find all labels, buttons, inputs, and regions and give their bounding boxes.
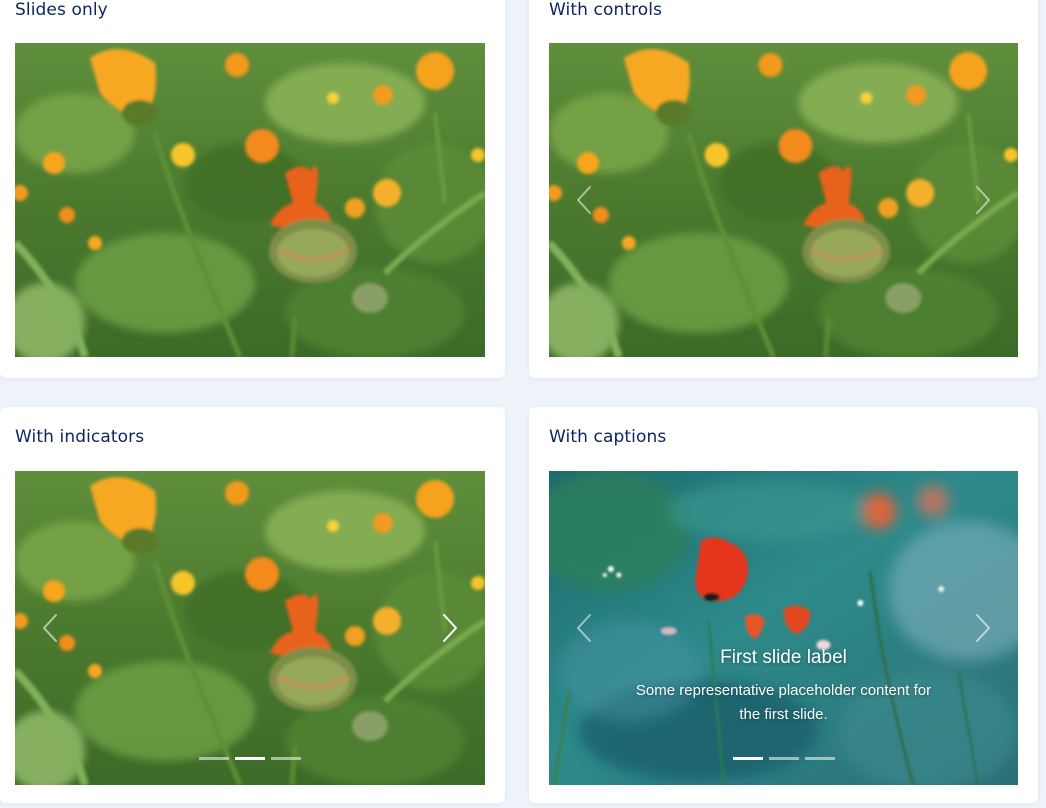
indicator-slide-1[interactable] xyxy=(199,757,229,760)
carousel-with-captions: First slide label Some representative pl… xyxy=(549,471,1018,785)
carousel-with-indicators xyxy=(15,471,485,785)
carousel-indicators xyxy=(15,757,485,760)
card-with-captions: With captions First slide label Some rep… xyxy=(529,407,1038,803)
carousel-next-button[interactable] xyxy=(415,471,485,785)
chevron-left-icon xyxy=(575,185,593,215)
carousel-next-button[interactable] xyxy=(948,471,1018,785)
chevron-right-icon xyxy=(974,185,992,215)
chevron-right-icon xyxy=(974,613,992,643)
carousel-next-button[interactable] xyxy=(948,43,1018,357)
card-with-controls: With controls xyxy=(529,0,1038,378)
carousel-prev-button[interactable] xyxy=(15,471,85,785)
indicator-slide-1[interactable] xyxy=(732,757,763,760)
card-slides-only: Slides only xyxy=(0,0,505,378)
indicator-slide-2[interactable] xyxy=(235,757,265,760)
carousel-prev-button[interactable] xyxy=(549,471,619,785)
carousel-slides-only xyxy=(15,43,485,357)
caption-text: Some representative placeholder content … xyxy=(635,682,932,723)
card-title: With indicators xyxy=(15,427,145,447)
carousel-prev-button[interactable] xyxy=(549,43,619,357)
slide-image xyxy=(15,43,485,357)
carousel-with-controls xyxy=(549,43,1018,357)
chevron-left-icon xyxy=(575,613,593,643)
indicator-slide-3[interactable] xyxy=(804,757,835,760)
slide-caption: First slide label Some representative pl… xyxy=(609,647,958,727)
card-title: With captions xyxy=(549,427,667,447)
card-title: Slides only xyxy=(15,0,108,20)
carousel-indicators xyxy=(549,757,1018,760)
chevron-left-icon xyxy=(41,613,59,643)
card-with-indicators: With indicators xyxy=(0,407,505,803)
caption-heading: First slide label xyxy=(720,647,847,668)
chevron-right-icon xyxy=(441,613,459,643)
card-title: With controls xyxy=(549,0,663,20)
indicator-slide-3[interactable] xyxy=(271,757,301,760)
indicator-slide-2[interactable] xyxy=(768,757,799,760)
